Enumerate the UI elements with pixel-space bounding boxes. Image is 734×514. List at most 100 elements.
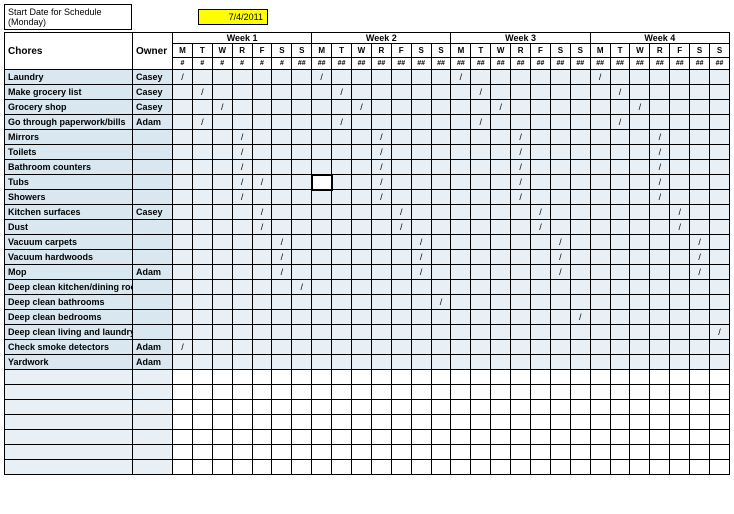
schedule-cell[interactable] <box>431 460 451 475</box>
schedule-cell[interactable] <box>550 280 570 295</box>
schedule-cell[interactable] <box>650 460 670 475</box>
schedule-cell[interactable] <box>332 430 352 445</box>
schedule-cell[interactable] <box>710 415 730 430</box>
schedule-cell[interactable] <box>590 100 610 115</box>
schedule-cell[interactable] <box>411 340 431 355</box>
schedule-cell[interactable] <box>491 205 511 220</box>
schedule-cell[interactable] <box>590 310 610 325</box>
schedule-cell[interactable] <box>352 130 372 145</box>
schedule-cell[interactable] <box>491 130 511 145</box>
schedule-cell[interactable] <box>173 190 193 205</box>
schedule-cell[interactable] <box>431 235 451 250</box>
schedule-cell[interactable] <box>710 220 730 235</box>
schedule-cell[interactable] <box>451 130 471 145</box>
schedule-cell[interactable] <box>411 70 431 85</box>
schedule-cell[interactable] <box>670 355 690 370</box>
schedule-cell[interactable] <box>312 205 332 220</box>
schedule-cell[interactable] <box>292 310 312 325</box>
schedule-cell[interactable] <box>610 385 630 400</box>
schedule-cell[interactable] <box>391 130 411 145</box>
schedule-cell[interactable] <box>650 415 670 430</box>
schedule-cell[interactable] <box>590 340 610 355</box>
schedule-cell[interactable] <box>332 205 352 220</box>
schedule-cell[interactable] <box>173 355 193 370</box>
schedule-cell[interactable] <box>232 385 252 400</box>
schedule-cell[interactable] <box>352 415 372 430</box>
chore-owner[interactable]: Casey <box>133 70 173 85</box>
schedule-cell[interactable] <box>550 100 570 115</box>
schedule-cell[interactable] <box>212 235 232 250</box>
schedule-cell[interactable] <box>590 445 610 460</box>
schedule-cell[interactable]: / <box>371 145 391 160</box>
schedule-cell[interactable] <box>312 295 332 310</box>
schedule-cell[interactable] <box>670 130 690 145</box>
schedule-cell[interactable] <box>173 370 193 385</box>
schedule-cell[interactable] <box>610 100 630 115</box>
schedule-cell[interactable] <box>332 250 352 265</box>
schedule-cell[interactable] <box>431 145 451 160</box>
schedule-cell[interactable]: / <box>491 100 511 115</box>
schedule-cell[interactable] <box>471 160 491 175</box>
schedule-cell[interactable] <box>590 160 610 175</box>
schedule-cell[interactable] <box>550 325 570 340</box>
schedule-cell[interactable] <box>531 355 551 370</box>
chore-owner[interactable] <box>133 280 173 295</box>
chores-schedule-table[interactable]: ChoresOwnerWeek 1Week 2Week 3Week 4MTWRF… <box>4 32 730 475</box>
schedule-cell[interactable]: / <box>232 145 252 160</box>
schedule-cell[interactable] <box>371 235 391 250</box>
schedule-cell[interactable] <box>272 295 292 310</box>
schedule-cell[interactable] <box>352 340 372 355</box>
schedule-cell[interactable] <box>192 415 212 430</box>
schedule-cell[interactable] <box>590 325 610 340</box>
schedule-cell[interactable] <box>352 205 372 220</box>
schedule-cell[interactable]: / <box>371 130 391 145</box>
schedule-cell[interactable]: / <box>550 235 570 250</box>
chore-name[interactable]: Check smoke detectors <box>5 340 133 355</box>
schedule-cell[interactable] <box>272 460 292 475</box>
schedule-cell[interactable] <box>451 340 471 355</box>
schedule-cell[interactable] <box>431 430 451 445</box>
schedule-cell[interactable] <box>590 265 610 280</box>
schedule-cell[interactable] <box>272 415 292 430</box>
schedule-cell[interactable] <box>431 205 451 220</box>
schedule-cell[interactable] <box>451 190 471 205</box>
schedule-cell[interactable] <box>292 325 312 340</box>
schedule-cell[interactable] <box>531 85 551 100</box>
schedule-cell[interactable] <box>332 445 352 460</box>
schedule-cell[interactable]: / <box>650 175 670 190</box>
schedule-cell[interactable] <box>431 130 451 145</box>
chore-name[interactable]: Make grocery list <box>5 85 133 100</box>
schedule-cell[interactable] <box>590 145 610 160</box>
schedule-cell[interactable] <box>192 340 212 355</box>
schedule-cell[interactable] <box>630 130 650 145</box>
schedule-cell[interactable] <box>610 145 630 160</box>
schedule-cell[interactable] <box>630 280 650 295</box>
schedule-cell[interactable] <box>451 220 471 235</box>
schedule-cell[interactable] <box>690 340 710 355</box>
schedule-cell[interactable]: / <box>690 250 710 265</box>
schedule-cell[interactable] <box>252 250 272 265</box>
schedule-cell[interactable] <box>371 220 391 235</box>
schedule-cell[interactable] <box>590 220 610 235</box>
schedule-cell[interactable]: / <box>550 265 570 280</box>
schedule-cell[interactable] <box>511 370 531 385</box>
schedule-cell[interactable] <box>272 100 292 115</box>
schedule-cell[interactable] <box>590 460 610 475</box>
schedule-cell[interactable] <box>312 85 332 100</box>
schedule-cell[interactable] <box>610 205 630 220</box>
schedule-cell[interactable]: / <box>371 175 391 190</box>
schedule-cell[interactable] <box>630 160 650 175</box>
schedule-cell[interactable] <box>471 265 491 280</box>
schedule-cell[interactable] <box>192 460 212 475</box>
schedule-cell[interactable] <box>212 370 232 385</box>
schedule-cell[interactable]: / <box>332 85 352 100</box>
schedule-cell[interactable] <box>471 145 491 160</box>
schedule-cell[interactable] <box>590 400 610 415</box>
schedule-cell[interactable] <box>252 130 272 145</box>
schedule-cell[interactable] <box>590 295 610 310</box>
schedule-cell[interactable] <box>212 205 232 220</box>
schedule-cell[interactable] <box>431 85 451 100</box>
chore-owner[interactable] <box>133 460 173 475</box>
schedule-cell[interactable] <box>451 370 471 385</box>
schedule-cell[interactable]: / <box>511 130 531 145</box>
